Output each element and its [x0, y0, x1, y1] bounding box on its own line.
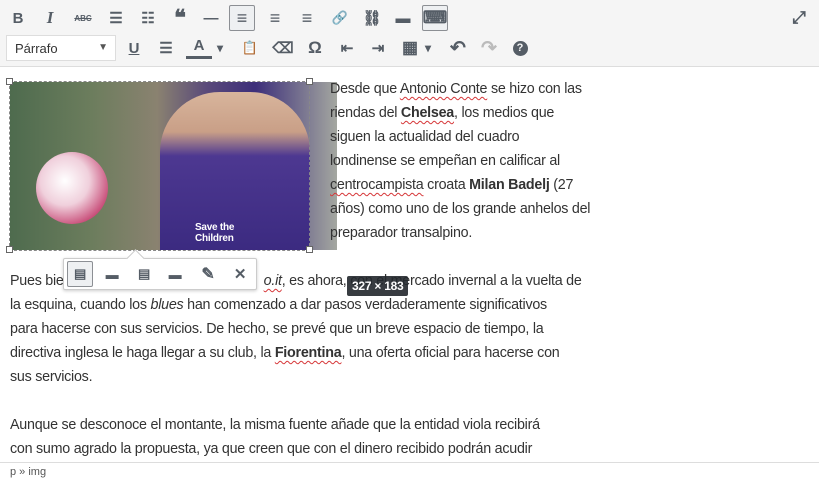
special-character-button[interactable]: Ω	[302, 35, 328, 61]
indent-button[interactable]: ⇥	[365, 35, 391, 61]
align-right-button[interactable]: ≡	[294, 5, 320, 31]
paragraph-line: años) como uno de los grande anhelos del	[330, 201, 591, 217]
outdent-button[interactable]: ⇤	[334, 35, 360, 61]
clear-formatting-button[interactable]: ⌫	[270, 35, 296, 61]
text-color-dropdown[interactable]: ▾	[210, 35, 230, 61]
paragraph-line: Aunque se desconoce el montante, la mism…	[10, 417, 540, 433]
italic-button[interactable]: I	[37, 5, 63, 31]
numbered-list-button[interactable]: ☷	[135, 5, 161, 31]
paragraph-line: preparador transalpino.	[330, 225, 473, 241]
justify-button[interactable]: ☰	[153, 35, 179, 61]
resize-handle[interactable]	[6, 78, 13, 85]
selected-image[interactable]: Save the Children	[10, 82, 337, 250]
resize-handle[interactable]	[306, 78, 313, 85]
fullscreen-button[interactable]: ⤢	[786, 5, 812, 31]
link-button[interactable]: 🔗	[327, 5, 353, 31]
element-path-statusbar[interactable]: p » img	[0, 462, 819, 483]
format-select-value: Párrafo	[15, 41, 58, 56]
paragraph-line: sus servicios.	[10, 369, 93, 385]
chevron-down-icon: ▼	[98, 42, 108, 53]
image-edit-button[interactable]: ✎	[195, 261, 221, 287]
align-center-button[interactable]: ≡	[262, 5, 288, 31]
undo-button[interactable]: ↶	[445, 35, 471, 61]
paragraph-line: riendas del Chelsea, los medios que	[330, 105, 555, 121]
image-align-left-button[interactable]: ▤	[67, 261, 93, 287]
align-left-button[interactable]: ≡	[229, 5, 255, 31]
paragraph-line: con sumo agrado la propuesta, ya que cre…	[10, 441, 533, 457]
paragraph-line: londinense se empeñan en calificar al	[330, 153, 560, 169]
text-color-button[interactable]: A	[186, 35, 212, 59]
image-remove-button[interactable]: ✕	[227, 261, 253, 287]
read-more-button[interactable]: ▬	[390, 5, 416, 31]
image-shirt-text: Save the Children	[195, 222, 235, 244]
bullet-list-button[interactable]: ☰	[103, 5, 129, 31]
paragraph-line: Desde que Antonio Conte se hizo con las	[330, 81, 582, 97]
paragraph-line: la esquina, cuando los blues han comenza…	[10, 297, 547, 313]
redo-button[interactable]: ↷	[476, 35, 502, 61]
image-toolbar: ▤ ▬ ▤ ▬ ✎ ✕	[63, 258, 257, 290]
help-button[interactable]: ?	[507, 35, 533, 61]
resize-handle[interactable]	[306, 246, 313, 253]
table-dropdown[interactable]: ▾	[418, 35, 438, 61]
strikethrough-button[interactable]: ABC	[70, 5, 96, 31]
paragraph-line: directiva inglesa le haga llegar a su cl…	[10, 345, 560, 361]
editor-content[interactable]: Save the Children Desde que Antonio Cont…	[0, 67, 819, 462]
paragraph-line: para hacerse con sus servicios. De hecho…	[10, 321, 544, 337]
unlink-button[interactable]: ⛓	[359, 5, 385, 31]
resize-handle[interactable]	[6, 246, 13, 253]
paragraph-line: centrocampista croata Milan Badelj (27	[330, 177, 574, 193]
paragraph-line: siguen la actualidad del cuadro	[330, 129, 520, 145]
image-ball	[36, 152, 108, 224]
toolbar-toggle-button[interactable]: ⌨	[422, 5, 448, 31]
bold-button[interactable]: B	[5, 5, 31, 31]
underline-button[interactable]: U	[121, 35, 147, 61]
editor-toolbar: B I ABC ☰ ☷ ❝ — ≡ ≡ ≡ 🔗 ⛓ ▬ ⌨ ⤢ Párrafo ▼…	[0, 0, 819, 67]
image-dimensions-tooltip: 327 × 183	[347, 276, 409, 296]
paste-text-button[interactable]: 📋	[237, 35, 263, 61]
help-icon: ?	[512, 40, 528, 56]
image-align-right-button[interactable]: ▤	[131, 261, 157, 287]
format-select[interactable]: Párrafo ▼	[6, 35, 116, 61]
horizontal-line-button[interactable]: —	[198, 5, 224, 31]
image-no-align-button[interactable]: ▬	[162, 261, 188, 287]
image-align-center-button[interactable]: ▬	[99, 261, 125, 287]
blockquote-button[interactable]: ❝	[167, 5, 193, 31]
